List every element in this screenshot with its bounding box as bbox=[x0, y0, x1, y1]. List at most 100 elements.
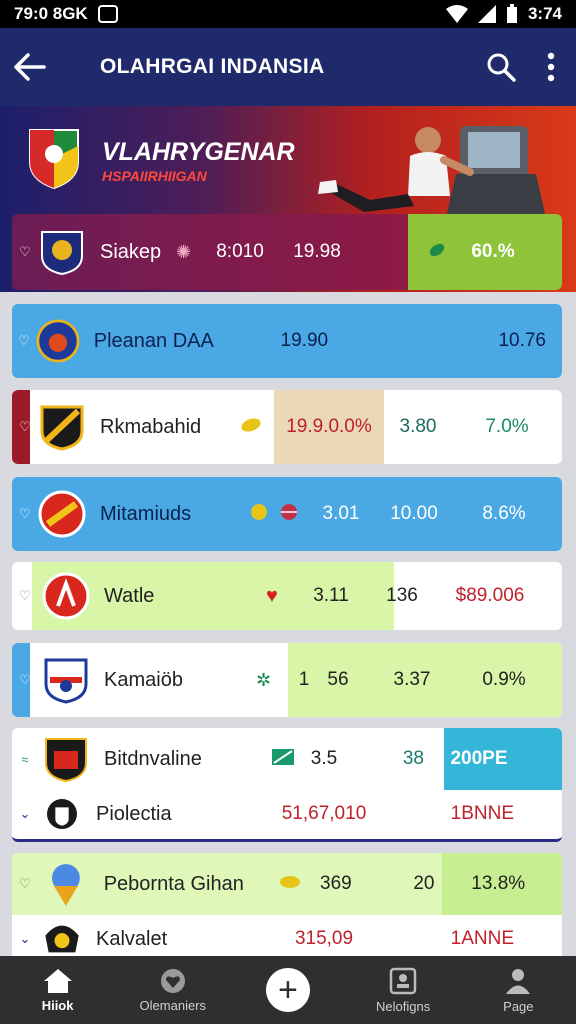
nav-notifications[interactable]: Nelofigns bbox=[348, 967, 458, 1014]
nav-explore-label: Olemaniers bbox=[139, 997, 207, 1013]
team-name: Kamaiöb bbox=[104, 668, 183, 691]
nav-home-label: Hiiok bbox=[41, 997, 74, 1013]
expand-icon[interactable]: ≈ bbox=[12, 752, 38, 767]
sun-icon: ✺ bbox=[176, 241, 192, 262]
back-button[interactable] bbox=[0, 28, 60, 106]
team-crest-icon bbox=[45, 925, 79, 953]
row-value-3: 1ANNE bbox=[450, 928, 514, 949]
row-value-2: 10.00 bbox=[390, 503, 438, 524]
nav-notifications-label: Nelofigns bbox=[376, 998, 431, 1014]
coin-icon bbox=[250, 503, 280, 526]
wifi-icon bbox=[445, 5, 468, 23]
club-crest-icon bbox=[29, 129, 79, 190]
table-row[interactable]: ♡ Pleanan DAA 19.90 10.76 bbox=[12, 304, 562, 378]
ball-icon bbox=[240, 417, 274, 438]
team-name: Siakep bbox=[100, 240, 162, 263]
nav-add[interactable]: + bbox=[233, 968, 343, 1012]
team-name: Watle bbox=[104, 584, 155, 607]
nav-page-label: Page bbox=[503, 998, 534, 1014]
heart-icon[interactable]: ♡ bbox=[12, 588, 38, 604]
row-value-1: 3.01 bbox=[322, 503, 360, 524]
team-crest-icon bbox=[47, 799, 77, 829]
row-value-1: 19.90 bbox=[280, 330, 329, 351]
row-value-3: 13.8% bbox=[471, 873, 526, 894]
team-crest-icon bbox=[44, 658, 88, 704]
team-name: Rkmabahid bbox=[100, 415, 202, 438]
row-value-1: 56 bbox=[327, 669, 349, 690]
sparkle-icon: ✲ bbox=[256, 669, 272, 690]
table-row[interactable]: ♡ Rkmabahid 19.9.0.0% 3.80 7.0% bbox=[12, 390, 562, 464]
banner-subtitle: HSPAIIRHIIGAN bbox=[102, 168, 207, 184]
heart-icon[interactable]: ♡ bbox=[12, 672, 38, 688]
team-name: Piolectia bbox=[96, 802, 172, 825]
arrow-left-icon bbox=[14, 53, 46, 81]
page-title: OLAHRGAI INDANSIA bbox=[100, 55, 325, 78]
row-value-3: 200PE bbox=[450, 748, 508, 769]
table-row[interactable]: ♡ Watle ♥ 3.11 136 $89.006 bbox=[12, 562, 562, 630]
row-value-1: 19.9.0.0% bbox=[274, 390, 384, 464]
chevron-down-icon[interactable]: ⌄ bbox=[12, 806, 38, 822]
more-vert-icon bbox=[547, 52, 555, 82]
featured-pct: 60.% bbox=[471, 241, 515, 262]
notifications-icon bbox=[389, 967, 417, 994]
status-clock: 3:74 bbox=[527, 4, 562, 23]
search-icon bbox=[487, 53, 516, 82]
featured-col2: 19.98 bbox=[293, 241, 341, 262]
row-value-1: 51,67,010 bbox=[281, 803, 367, 824]
match-card[interactable]: ≈ Bitdnvaline 3.5 38 200PE ⌄ Piolectia 5… bbox=[12, 728, 562, 842]
row-value-1: 369 bbox=[320, 873, 352, 894]
row-value-2: 136 bbox=[386, 585, 418, 606]
team-crest-icon bbox=[45, 738, 87, 783]
team-crest-icon bbox=[36, 319, 80, 363]
team-name: Pebornta Gihan bbox=[103, 872, 244, 895]
ball-icon bbox=[280, 503, 310, 526]
featured-team-row[interactable]: ♡ Siakep ✺ 8:010 19.98 60.% bbox=[12, 214, 562, 290]
signal-icon bbox=[477, 5, 496, 23]
team-crest-icon bbox=[40, 405, 84, 451]
nav-home[interactable]: Hiiok bbox=[3, 968, 113, 1013]
list-item[interactable]: ⌄ Piolectia 51,67,010 1BNNE bbox=[12, 790, 562, 838]
heart-icon[interactable]: ♡ bbox=[12, 419, 38, 435]
heart-filled-icon: ♥ bbox=[266, 584, 278, 607]
athlete-treadmill-image bbox=[318, 126, 546, 218]
nav-page[interactable]: Page bbox=[463, 967, 573, 1014]
team-name: Mitamiuds bbox=[100, 502, 192, 525]
row-value-1: 3.5 bbox=[310, 748, 338, 769]
heart-icon[interactable]: ♡ bbox=[12, 506, 38, 522]
row-value-2: 38 bbox=[402, 748, 424, 769]
app-bar: OLAHRGAI INDANSIA bbox=[0, 28, 576, 106]
team-crest-icon bbox=[51, 864, 80, 906]
row-value-2: 10.76 bbox=[498, 330, 546, 351]
nav-explore[interactable]: Olemaniers bbox=[118, 968, 228, 1013]
team-crest-icon bbox=[38, 490, 86, 538]
status-bar: 79:0 8GK 3:74 bbox=[0, 0, 576, 28]
table-row[interactable]: ♡ Kamaiöb ✲ 1 56 3.37 0.9% bbox=[12, 643, 562, 717]
team-crest-icon bbox=[42, 572, 90, 620]
chevron-down-icon[interactable]: ⌄ bbox=[12, 931, 38, 947]
match-card[interactable]: ♡ Pebornta Gihan 369 20 13.8% ⌄ Kalvalet… bbox=[12, 853, 562, 963]
search-button[interactable] bbox=[476, 28, 526, 106]
row-value-3: $89.006 bbox=[455, 585, 525, 606]
heart-icon[interactable]: ♡ bbox=[12, 244, 38, 260]
row-value-3: 8.6% bbox=[482, 503, 526, 524]
row-value-3: 0.9% bbox=[482, 669, 526, 690]
row-value-3: 7.0% bbox=[485, 416, 529, 437]
banner-title: VLAHRYGENAR bbox=[102, 138, 295, 166]
row-value-1: 315,09 bbox=[294, 928, 354, 949]
coin-icon bbox=[279, 874, 309, 895]
team-crest-icon bbox=[41, 231, 83, 276]
heart-icon[interactable]: ♡ bbox=[12, 876, 38, 892]
person-icon bbox=[506, 968, 531, 994]
row-value-0: 1 bbox=[298, 669, 310, 690]
more-menu-button[interactable] bbox=[526, 28, 576, 106]
team-name: Pleanan DAA bbox=[93, 329, 214, 352]
battery-icon bbox=[506, 4, 517, 23]
featured-col1: 8:010 bbox=[216, 241, 264, 262]
flag-icon bbox=[272, 748, 302, 770]
notification-icon bbox=[97, 5, 118, 23]
table-row[interactable]: ♡ Mitamiuds 3.01 10.00 8.6% bbox=[12, 477, 562, 551]
team-name: Bitdnvaline bbox=[104, 747, 202, 770]
bottom-navigation: Hiiok Olemaniers + Nelofigns Page bbox=[0, 956, 576, 1024]
plus-icon: + bbox=[265, 968, 310, 1012]
heart-icon[interactable]: ♡ bbox=[12, 333, 36, 349]
